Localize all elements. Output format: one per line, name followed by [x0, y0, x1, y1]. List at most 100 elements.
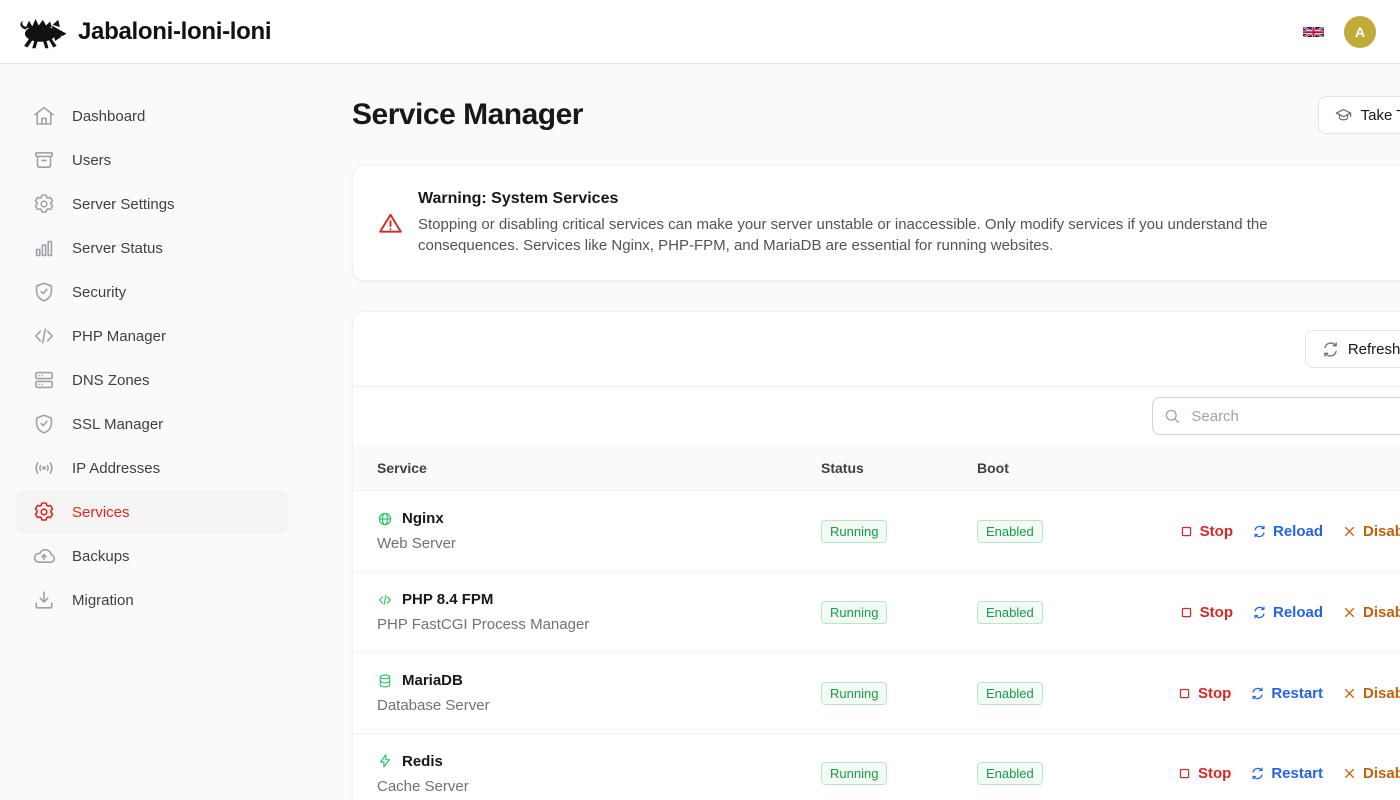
language-selector[interactable]: [1303, 24, 1324, 39]
sidebar-item-services[interactable]: Services: [16, 490, 288, 534]
refresh-button[interactable]: Refresh: [1305, 330, 1400, 368]
boar-logo: [16, 12, 68, 52]
code-icon: [32, 324, 56, 348]
table-row: PHP 8.4 FPM PHP FastCGI Process Manager …: [353, 571, 1400, 652]
sidebar-item-ip-addresses[interactable]: IP Addresses: [16, 446, 288, 490]
gear-icon: [32, 192, 56, 216]
services-card: Refresh Service Status Boot: [352, 311, 1400, 800]
top-navbar: Jabaloni-loni-loni A: [0, 0, 1400, 64]
refresh-icon: [1321, 340, 1340, 359]
sidebar-item-php-manager[interactable]: PHP Manager: [16, 314, 288, 358]
sidebar-item-dns-zones[interactable]: DNS Zones: [16, 358, 288, 402]
table-row: Redis Cache Server Running Enabled StopR…: [353, 733, 1400, 800]
home-icon: [32, 104, 56, 128]
shield-check-icon: [32, 412, 56, 436]
stop-action-button[interactable]: Stop: [1177, 765, 1231, 782]
restart-action-button[interactable]: Restart: [1250, 765, 1323, 782]
service-description: PHP FastCGI Process Manager: [377, 616, 821, 633]
disable-action-button[interactable]: Disable: [1342, 604, 1400, 621]
main-content: Service Manager Take Tour Warning: Syste…: [304, 64, 1400, 800]
sidebar-item-users[interactable]: Users: [16, 138, 288, 182]
reload-action-button[interactable]: Reload: [1252, 523, 1323, 540]
download-tray-icon: [32, 588, 56, 612]
signal-icon: [32, 456, 56, 480]
sidebar-item-label: Migration: [72, 592, 134, 609]
app-title: Jabaloni-loni-loni: [78, 18, 271, 46]
action-label: Reload: [1273, 523, 1323, 540]
database-icon: [377, 673, 393, 689]
sidebar-item-security[interactable]: Security: [16, 270, 288, 314]
column-service: Service: [377, 460, 821, 476]
sidebar-item-label: Security: [72, 284, 126, 301]
sidebar-item-server-settings[interactable]: Server Settings: [16, 182, 288, 226]
shield-check-icon: [32, 280, 56, 304]
code-icon: [377, 592, 393, 608]
action-label: Reload: [1273, 604, 1323, 621]
avatar[interactable]: A: [1344, 16, 1376, 48]
reload-action-button[interactable]: Reload: [1252, 604, 1323, 621]
action-label: Stop: [1198, 765, 1231, 782]
table-body: Nginx Web Server Running Enabled StopRel…: [353, 490, 1400, 800]
stop-action-button[interactable]: Stop: [1177, 685, 1231, 702]
boot-badge: Enabled: [977, 682, 1043, 705]
service-description: Cache Server: [377, 778, 821, 795]
sidebar-item-label: PHP Manager: [72, 328, 166, 345]
sidebar-item-backups[interactable]: Backups: [16, 534, 288, 578]
action-label: Disable: [1363, 765, 1400, 782]
brand: Jabaloni-loni-loni: [16, 12, 271, 52]
reload-icon: [1252, 605, 1267, 620]
row-actions: Stop Reload Disable: [1177, 604, 1400, 621]
action-label: Restart: [1271, 685, 1323, 702]
action-label: Disable: [1363, 523, 1400, 540]
globe-icon: [377, 511, 393, 527]
graduation-cap-icon: [1334, 106, 1353, 125]
status-badge: Running: [821, 601, 887, 624]
table-header: Service Status Boot: [353, 446, 1400, 490]
sidebar-item-migration[interactable]: Migration: [16, 578, 288, 622]
sidebar-item-server-status[interactable]: Server Status: [16, 226, 288, 270]
stop-action-button[interactable]: Stop: [1179, 604, 1233, 621]
take-tour-label: Take Tour: [1361, 107, 1400, 124]
column-boot: Boot: [977, 460, 1177, 476]
sidebar-item-label: Dashboard: [72, 108, 145, 125]
disable-icon: [1342, 605, 1357, 620]
disable-action-button[interactable]: Disable: [1342, 523, 1400, 540]
sidebar-item-label: Services: [72, 504, 130, 521]
sidebar-item-ssl-manager[interactable]: SSL Manager: [16, 402, 288, 446]
restart-icon: [1250, 686, 1265, 701]
uk-flag-icon: [1303, 27, 1324, 38]
restart-action-button[interactable]: Restart: [1250, 685, 1323, 702]
warning-card: Warning: System Services Stopping or dis…: [352, 165, 1400, 281]
sidebar-item-label: DNS Zones: [72, 372, 150, 389]
action-label: Disable: [1363, 685, 1400, 702]
archive-box-icon: [32, 148, 56, 172]
service-name: Nginx: [402, 510, 444, 527]
disable-action-button[interactable]: Disable: [1342, 765, 1400, 782]
restart-icon: [1250, 766, 1265, 781]
row-actions: Stop Restart Disable: [1177, 685, 1400, 702]
warning-triangle-icon: [377, 210, 404, 237]
status-badge: Running: [821, 520, 887, 543]
action-label: Stop: [1200, 604, 1233, 621]
search-input[interactable]: [1152, 397, 1400, 435]
service-name: Redis: [402, 753, 443, 770]
boot-badge: Enabled: [977, 762, 1043, 785]
sidebar-item-dashboard[interactable]: Dashboard: [16, 94, 288, 138]
sidebar-item-label: Users: [72, 152, 111, 169]
service-name: MariaDB: [402, 672, 463, 689]
action-label: Disable: [1363, 604, 1400, 621]
stop-icon: [1177, 766, 1192, 781]
action-label: Stop: [1198, 685, 1231, 702]
search-icon: [1163, 407, 1181, 425]
stop-icon: [1177, 686, 1192, 701]
service-name: PHP 8.4 FPM: [402, 591, 493, 608]
take-tour-button[interactable]: Take Tour: [1318, 96, 1400, 134]
table-row: Nginx Web Server Running Enabled StopRel…: [353, 490, 1400, 571]
service-description: Database Server: [377, 697, 821, 714]
refresh-label: Refresh: [1348, 341, 1400, 358]
boot-badge: Enabled: [977, 520, 1043, 543]
stop-action-button[interactable]: Stop: [1179, 523, 1233, 540]
action-label: Stop: [1200, 523, 1233, 540]
row-actions: Stop Restart Disable: [1177, 765, 1400, 782]
disable-action-button[interactable]: Disable: [1342, 685, 1400, 702]
